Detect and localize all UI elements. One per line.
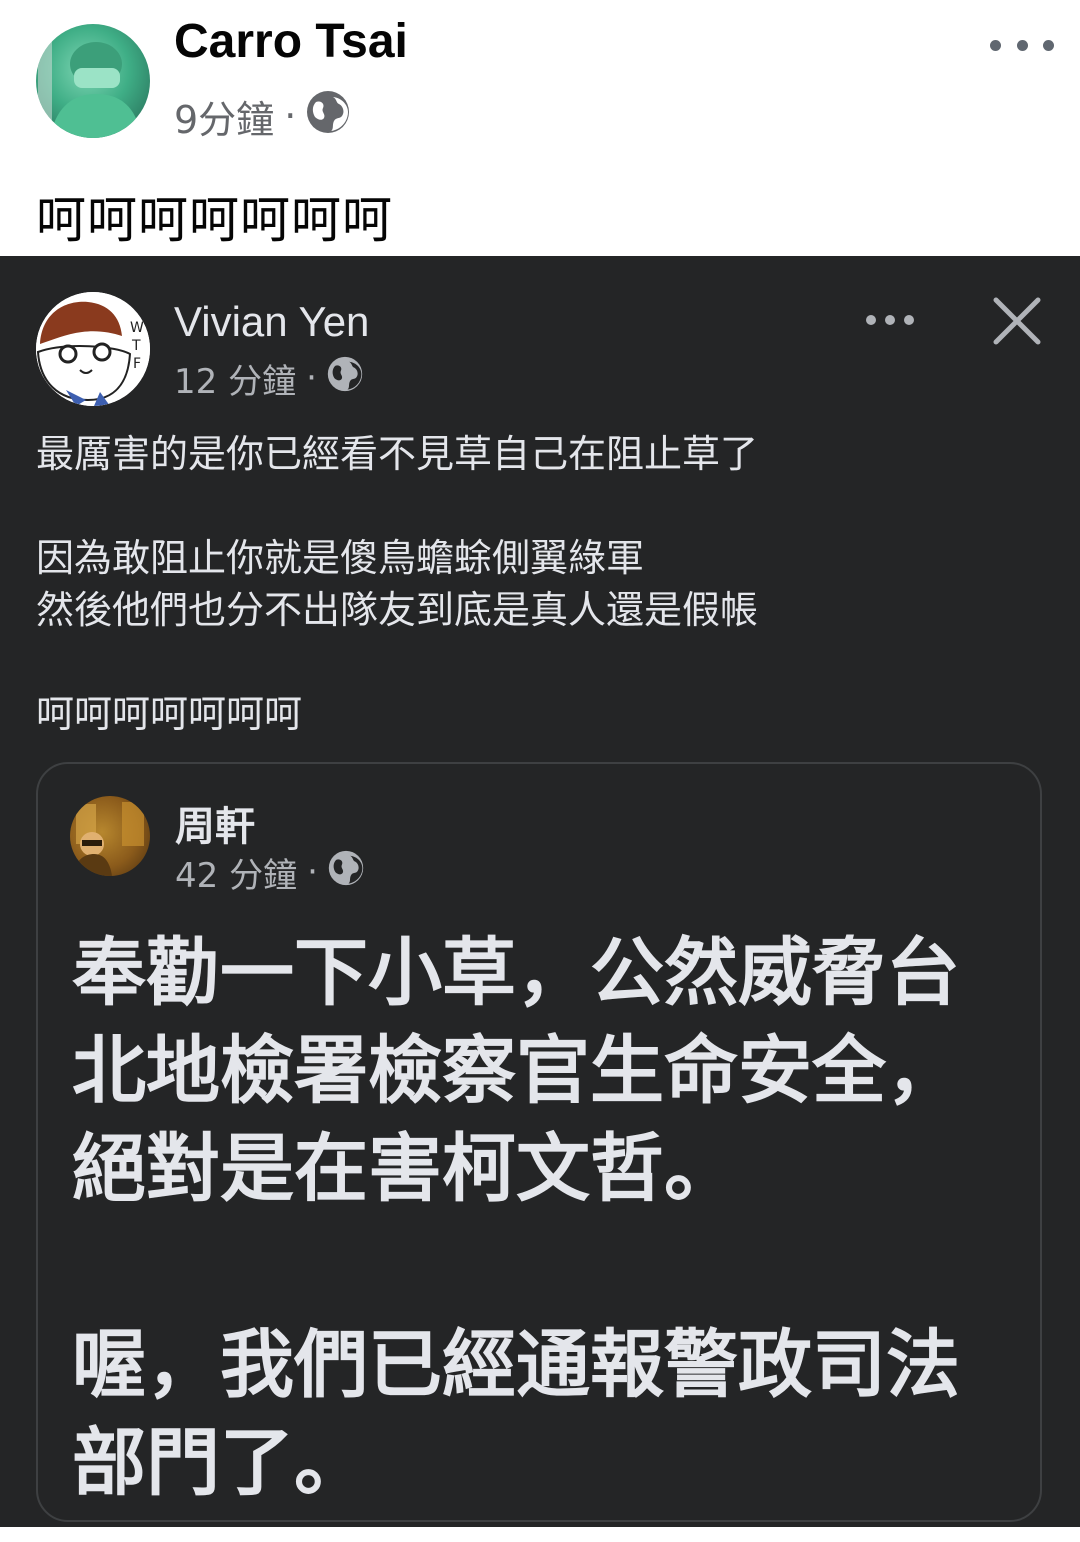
globe-icon bbox=[306, 90, 350, 143]
post-text: 呵呵呵呵呵呵呵 bbox=[36, 191, 393, 249]
text-line: 最厲害的是你已經看不見草自己在阻止草了 bbox=[36, 432, 759, 476]
shared-post-meta: 42 分鐘 · bbox=[175, 850, 364, 896]
text-line: 喔，我們已經通報警政司法 bbox=[72, 1322, 960, 1408]
meta-separator: · bbox=[307, 852, 318, 892]
svg-text:W: W bbox=[130, 320, 144, 336]
text-line: 然後他們也分不出隊友到底是真人還是假帳 bbox=[36, 588, 759, 632]
text-line: 奉勸一下小草，公然威脅台 bbox=[72, 930, 960, 1016]
author-name[interactable]: Carro Tsai bbox=[174, 14, 408, 69]
shared-post-text: 奉勸一下小草，公然威脅台 北地檢署檢察官生命安全， 絕對是在害柯文哲。 喔，我們… bbox=[72, 924, 1032, 1512]
text-line: 呵呵呵呵呵呵呵 bbox=[36, 692, 303, 736]
screenshot-post-time: 12 分鐘 bbox=[174, 361, 297, 402]
shared-author-name: 周軒 bbox=[175, 804, 255, 850]
shared-post-card: 周軒 42 分鐘 · 奉勸一下小草，公然威脅台 北地檢署檢察官生命安全， 絕對是… bbox=[36, 762, 1042, 1522]
screenshot-post-meta: 12 分鐘 · bbox=[174, 356, 363, 402]
meta-separator: · bbox=[284, 94, 297, 138]
text-line: 因為敢阻止你就是傻鳥蟾蜍側翼綠軍 bbox=[36, 536, 645, 580]
screenshot-more-options-icon bbox=[866, 308, 914, 332]
svg-text:F: F bbox=[133, 356, 141, 372]
globe-icon bbox=[327, 356, 363, 401]
more-options-icon[interactable] bbox=[990, 30, 1054, 60]
post-header: Carro Tsai 9分鐘 · bbox=[0, 0, 1080, 160]
close-icon bbox=[990, 294, 1044, 348]
shared-post-time: 42 分鐘 bbox=[175, 855, 298, 896]
screenshot-post-text: 最厲害的是你已經看不見草自己在阻止草了 因為敢阻止你就是傻鳥蟾蜍側翼綠軍 然後他… bbox=[36, 428, 1036, 740]
text-line: 絕對是在害柯文哲。 bbox=[72, 1126, 738, 1212]
shared-screenshot: W T F Vivian Yen 12 分鐘 · 最厲害的是你已經看不見草自己在… bbox=[0, 256, 1080, 1527]
screenshot-author-name: Vivian Yen bbox=[174, 298, 370, 345]
text-line: 部門了。 bbox=[72, 1420, 368, 1506]
screenshot-author-avatar: W T F bbox=[36, 292, 150, 406]
post-meta: 9分鐘 · bbox=[174, 90, 350, 143]
svg-text:T: T bbox=[131, 338, 141, 354]
text-line: 北地檢署檢察官生命安全， bbox=[72, 1028, 960, 1114]
globe-icon bbox=[328, 850, 364, 895]
post-time[interactable]: 9分鐘 bbox=[174, 89, 274, 144]
author-avatar[interactable] bbox=[36, 24, 150, 138]
meta-separator: · bbox=[306, 358, 317, 398]
shared-author-avatar bbox=[70, 796, 150, 876]
